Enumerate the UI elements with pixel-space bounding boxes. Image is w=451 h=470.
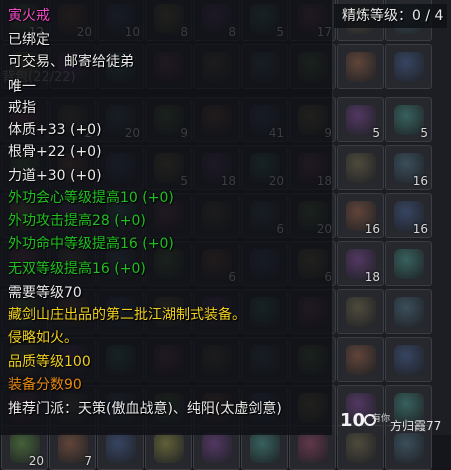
tooltip-line: 戒指 [8, 100, 36, 116]
tooltip-line: 无双等级提高16 (+0) [8, 261, 146, 277]
item-icon [394, 297, 424, 327]
tooltip-line: 需要等级70 [8, 285, 82, 301]
item-icon [250, 433, 280, 463]
inventory-slot[interactable]: 16 [385, 145, 432, 190]
item-icon [394, 345, 424, 375]
stack-count: 16 [412, 222, 428, 236]
watermark-name: 方归霞77 [390, 419, 442, 433]
inventory-slot[interactable] [337, 289, 384, 334]
stack-count: 7 [84, 454, 92, 468]
item-icon [346, 297, 376, 327]
watermark-brand: 10 [340, 410, 366, 431]
stack-count: 5 [372, 126, 380, 140]
refine-level-box: 精炼等级：0 / 4 [334, 4, 447, 28]
refine-level-label: 精炼等级：0 / 4 [342, 8, 444, 24]
item-icon [394, 249, 424, 279]
tooltip-line: 品质等级100 [8, 354, 91, 370]
tooltip-line: 唯一 [8, 79, 36, 95]
item-icon [202, 433, 232, 463]
tooltip-line: 外功攻击提高28 (+0) [8, 213, 146, 229]
tooltip-line: 体质+33 (+0) [8, 122, 102, 138]
inventory-slot[interactable]: 16 [385, 193, 432, 238]
inventory-slot[interactable] [337, 337, 384, 382]
item-icon [394, 433, 424, 463]
inventory-slot[interactable] [385, 289, 432, 334]
item-icon [298, 433, 328, 463]
inventory-slot[interactable]: 5 [337, 97, 384, 142]
tooltip-line: 已绑定 [8, 32, 50, 48]
inventory-slot[interactable] [337, 145, 384, 190]
item-icon [394, 52, 424, 82]
inventory-slot[interactable]: 16 [337, 193, 384, 238]
tooltip-line: 外功命中等级提高16 (+0) [8, 236, 174, 252]
item-icon [106, 433, 136, 463]
inventory-slot[interactable]: 18 [337, 241, 384, 286]
item-icon [154, 433, 184, 463]
item-icon [346, 153, 376, 183]
stack-count: 16 [364, 222, 380, 236]
tooltip-line: 侵略如火。 [8, 330, 78, 346]
tooltip-line: 装备分数90 [8, 377, 82, 393]
item-tooltip: 寅火戒 已绑定可交易、邮寄给徒弟 唯一戒指体质+33 (+0) 根骨+22 (+0)… [0, 0, 333, 435]
watermark: 10 有你 方归霞77 [338, 410, 451, 434]
inventory-slot[interactable] [385, 241, 432, 286]
item-icon [346, 345, 376, 375]
tooltip-line: 根骨+22 (+0) [8, 144, 102, 160]
item-icon [346, 433, 376, 463]
item-icon [346, 52, 376, 82]
tooltip-line: 藏剑山庄出品的第二批江湖制式装备。 [8, 307, 246, 323]
tooltip-line: 可交易、邮寄给徒弟 [8, 54, 134, 70]
tooltip-line: 推荐门派：天策(傲血战意)、纯阳(太虚剑意) [8, 401, 282, 417]
inventory-slot[interactable] [337, 44, 384, 89]
inventory-slot[interactable]: 5 [385, 97, 432, 142]
stack-count: 20 [28, 454, 44, 468]
stack-count: 18 [364, 270, 380, 284]
tooltip-line: 力道+30 (+0) [8, 168, 102, 184]
stack-count: 5 [420, 126, 428, 140]
inventory-slot[interactable] [385, 337, 432, 382]
stack-count: 16 [412, 174, 428, 188]
tooltip-line: 外功会心等级提高10 (+0) [8, 190, 174, 206]
item-name: 寅火戒 [8, 8, 50, 24]
watermark-small-text: 有你 [372, 414, 391, 424]
inventory-slot[interactable] [385, 44, 432, 89]
